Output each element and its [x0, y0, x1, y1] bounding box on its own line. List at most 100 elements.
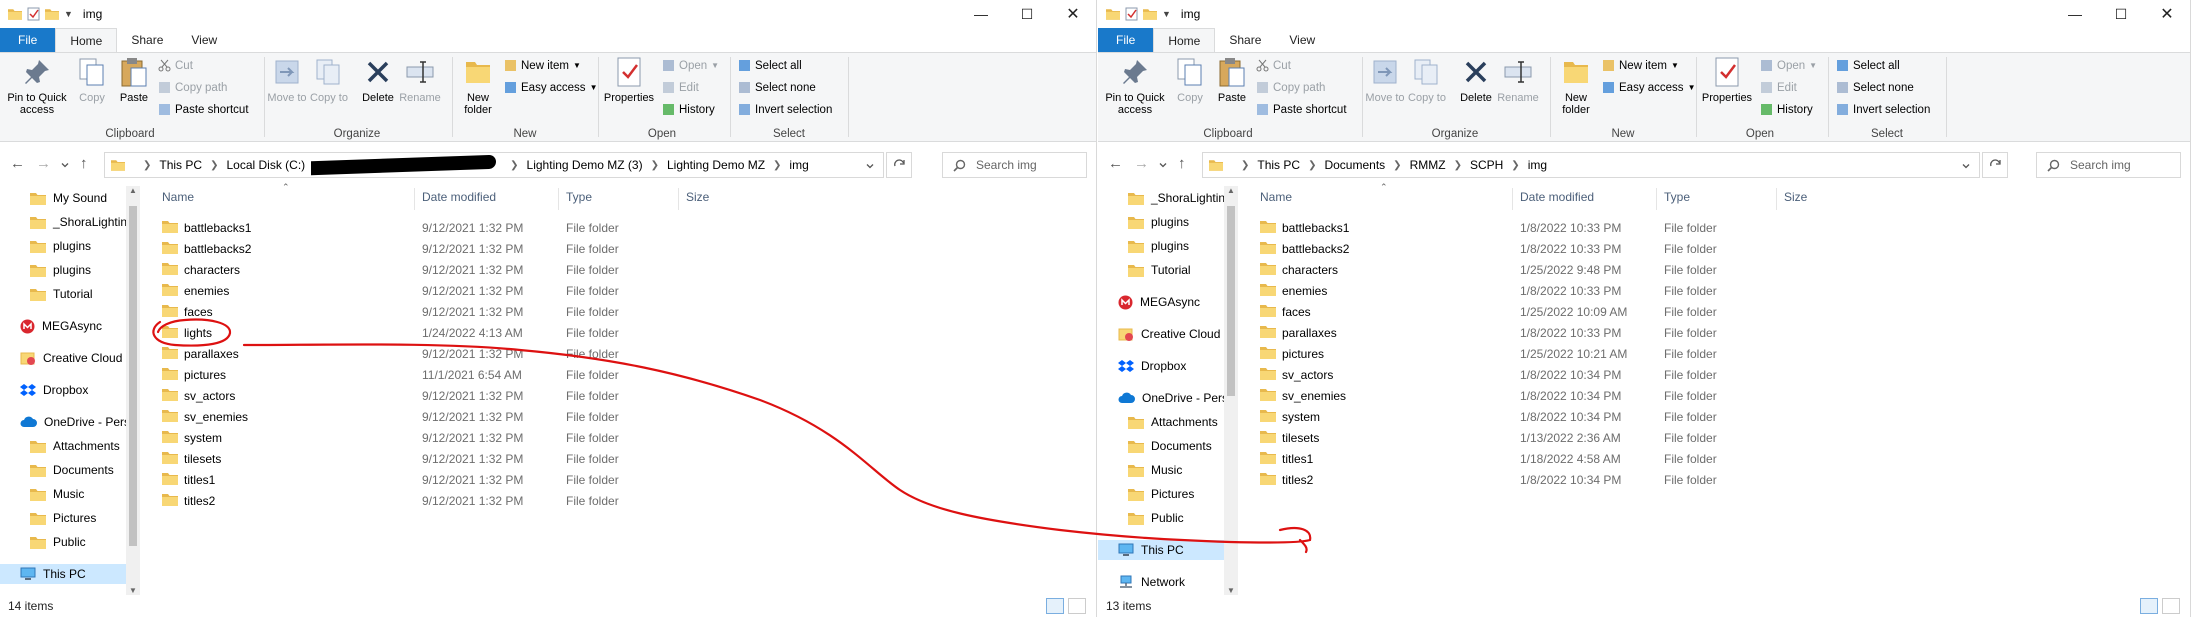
breadcrumb-chevron-icon[interactable]: ❯	[143, 160, 151, 171]
column-header-date-modified[interactable]: Date modified	[422, 190, 496, 204]
breadcrumb-item[interactable]: Local Disk (C:)	[226, 158, 305, 172]
breadcrumb-item[interactable]: This PC	[1257, 158, 1300, 172]
nav-item[interactable]: Public	[1128, 508, 1224, 528]
open-button[interactable]: Open ▼	[662, 59, 719, 72]
nav-item[interactable]: This PC	[0, 564, 126, 584]
address-bar[interactable]: ❯ This PC ❯ Local Disk (C:) ❯ Lighting Demo M…	[104, 152, 884, 178]
file-row[interactable]: battlebacks2 9/12/2021 1:32 PM File folder	[152, 238, 1079, 259]
file-row[interactable]: sv_actors 1/8/2022 10:34 PM File folder	[1250, 364, 2173, 385]
delete-button[interactable]: Delete	[356, 55, 400, 104]
properties-icon[interactable]	[27, 7, 40, 21]
tab-file[interactable]: File	[0, 28, 56, 52]
file-row[interactable]: pictures 11/1/2021 6:54 AM File folder	[152, 364, 1079, 385]
back-arrow-icon[interactable]: ←	[10, 155, 25, 172]
breadcrumb-item[interactable]: This PC	[159, 158, 202, 172]
nav-item[interactable]: OneDrive - Pers	[1118, 388, 1224, 408]
column-header-date-modified[interactable]: Date modified	[1520, 190, 1594, 204]
file-row[interactable]: system 9/12/2021 1:32 PM File folder	[152, 427, 1079, 448]
breadcrumb-item[interactable]: img	[789, 158, 808, 172]
copy-to-button[interactable]: Copy to	[308, 55, 350, 104]
details-view-icon[interactable]	[1046, 598, 1064, 614]
open-button[interactable]: Open ▼	[1760, 59, 1817, 72]
new-folder-button[interactable]: New folder	[456, 55, 500, 116]
breadcrumb-item[interactable]: RMMZ	[1410, 158, 1446, 172]
file-row[interactable]: parallaxes 9/12/2021 1:32 PM File folder	[152, 343, 1079, 364]
breadcrumb-chevron-icon[interactable]: ❯	[1393, 160, 1401, 171]
breadcrumb-chevron-icon[interactable]: ❯	[210, 160, 218, 171]
easy-access-button[interactable]: Easy access ▼	[1602, 81, 1695, 94]
history-button[interactable]: History	[662, 103, 715, 116]
column-divider[interactable]	[1776, 188, 1777, 210]
copy-path-button[interactable]: Copy path	[158, 81, 227, 94]
invert-selection-button[interactable]: Invert selection	[738, 103, 832, 116]
nav-item[interactable]: Creative Cloud	[1118, 324, 1224, 344]
file-row[interactable]: characters 9/12/2021 1:32 PM File folder	[152, 259, 1079, 280]
nav-scrollbar[interactable]: ▲ ▼	[1224, 186, 1238, 595]
nav-item[interactable]: _ShoraLightin	[30, 212, 126, 232]
address-bar[interactable]: ❯ This PC ❯ Documents ❯ RMMZ ❯ SCPH ❯ img	[1202, 152, 1980, 178]
nav-item[interactable]: plugins	[30, 236, 126, 256]
copy-button[interactable]: Copy	[70, 55, 114, 104]
minimize-icon[interactable]: —	[958, 0, 1004, 28]
select-none-button[interactable]: Select none	[738, 81, 816, 94]
scroll-up-icon[interactable]: ▲	[129, 186, 137, 195]
cut-button[interactable]: Cut	[158, 59, 193, 72]
recent-locations-icon[interactable]	[60, 160, 70, 170]
recent-locations-icon[interactable]	[1158, 160, 1168, 170]
breadcrumb-chevron-icon[interactable]: ❯	[1241, 160, 1249, 171]
tab-share[interactable]: Share	[117, 28, 177, 52]
paste-shortcut-button[interactable]: Paste shortcut	[158, 103, 249, 116]
large-icons-view-icon[interactable]	[2162, 598, 2180, 614]
file-row[interactable]: faces 9/12/2021 1:32 PM File folder	[152, 301, 1079, 322]
nav-item[interactable]: This PC	[1098, 540, 1224, 560]
nav-item[interactable]: Tutorial	[1128, 260, 1224, 280]
breadcrumb-item[interactable]: img	[1528, 158, 1547, 172]
select-all-button[interactable]: Select all	[738, 59, 802, 72]
close-icon[interactable]: ✕	[1050, 0, 1096, 28]
breadcrumb-chevron-icon[interactable]: ❯	[773, 160, 781, 171]
nav-scrollbar[interactable]: ▲ ▼	[126, 186, 140, 595]
select-none-button[interactable]: Select none	[1836, 81, 1914, 94]
copy-to-button[interactable]: Copy to	[1406, 55, 1448, 104]
edit-button[interactable]: Edit	[1760, 81, 1797, 94]
delete-button[interactable]: Delete	[1454, 55, 1498, 104]
nav-item[interactable]: Music	[1128, 460, 1224, 480]
nav-item[interactable]: Documents	[30, 460, 126, 480]
customize-qat-icon[interactable]: ▼	[64, 9, 73, 19]
details-view-icon[interactable]	[2140, 598, 2158, 614]
refresh-icon[interactable]	[886, 152, 912, 178]
file-row[interactable]: system 1/8/2022 10:34 PM File folder	[1250, 406, 2173, 427]
invert-selection-button[interactable]: Invert selection	[1836, 103, 1930, 116]
scroll-down-icon[interactable]: ▼	[1227, 586, 1235, 595]
column-header-size[interactable]: Size	[1784, 190, 1807, 204]
column-divider[interactable]	[678, 188, 679, 210]
properties-icon[interactable]	[1125, 7, 1138, 21]
refresh-icon[interactable]	[1982, 152, 2008, 178]
breadcrumb-item[interactable]: SCPH	[1470, 158, 1503, 172]
breadcrumb-item[interactable]: Lighting Demo MZ (3)	[527, 158, 643, 172]
tab-view[interactable]: View	[177, 28, 231, 52]
breadcrumb-item[interactable]: Documents	[1324, 158, 1385, 172]
column-divider[interactable]	[558, 188, 559, 210]
nav-item[interactable]: OneDrive - Pers	[20, 412, 126, 432]
tab-view[interactable]: View	[1275, 28, 1329, 52]
minimize-icon[interactable]: —	[2052, 0, 2098, 28]
column-header-type[interactable]: Type	[566, 190, 592, 204]
nav-item[interactable]: Dropbox	[1118, 356, 1224, 376]
file-row[interactable]: parallaxes 1/8/2022 10:33 PM File folder	[1250, 322, 2173, 343]
file-row[interactable]: faces 1/25/2022 10:09 AM File folder	[1250, 301, 2173, 322]
address-dropdown-icon[interactable]	[1961, 161, 1971, 171]
search-box[interactable]: Search img	[2036, 152, 2181, 178]
file-row[interactable]: battlebacks2 1/8/2022 10:33 PM File folder	[1250, 238, 2173, 259]
file-row[interactable]: titles1 9/12/2021 1:32 PM File folder	[152, 469, 1079, 490]
file-row[interactable]: sv_enemies 1/8/2022 10:34 PM File folder	[1250, 385, 2173, 406]
scroll-down-icon[interactable]: ▼	[129, 586, 137, 595]
file-row[interactable]: characters 1/25/2022 9:48 PM File folder	[1250, 259, 2173, 280]
address-dropdown-icon[interactable]	[865, 161, 875, 171]
tab-home[interactable]: Home	[55, 28, 118, 52]
customize-qat-icon[interactable]: ▼	[1162, 9, 1171, 19]
file-row[interactable]: pictures 1/25/2022 10:21 AM File folder	[1250, 343, 2173, 364]
properties-button[interactable]: Properties	[600, 55, 658, 104]
move-to-button[interactable]: Move to	[266, 55, 308, 104]
scrollbar-thumb[interactable]	[1227, 206, 1235, 396]
